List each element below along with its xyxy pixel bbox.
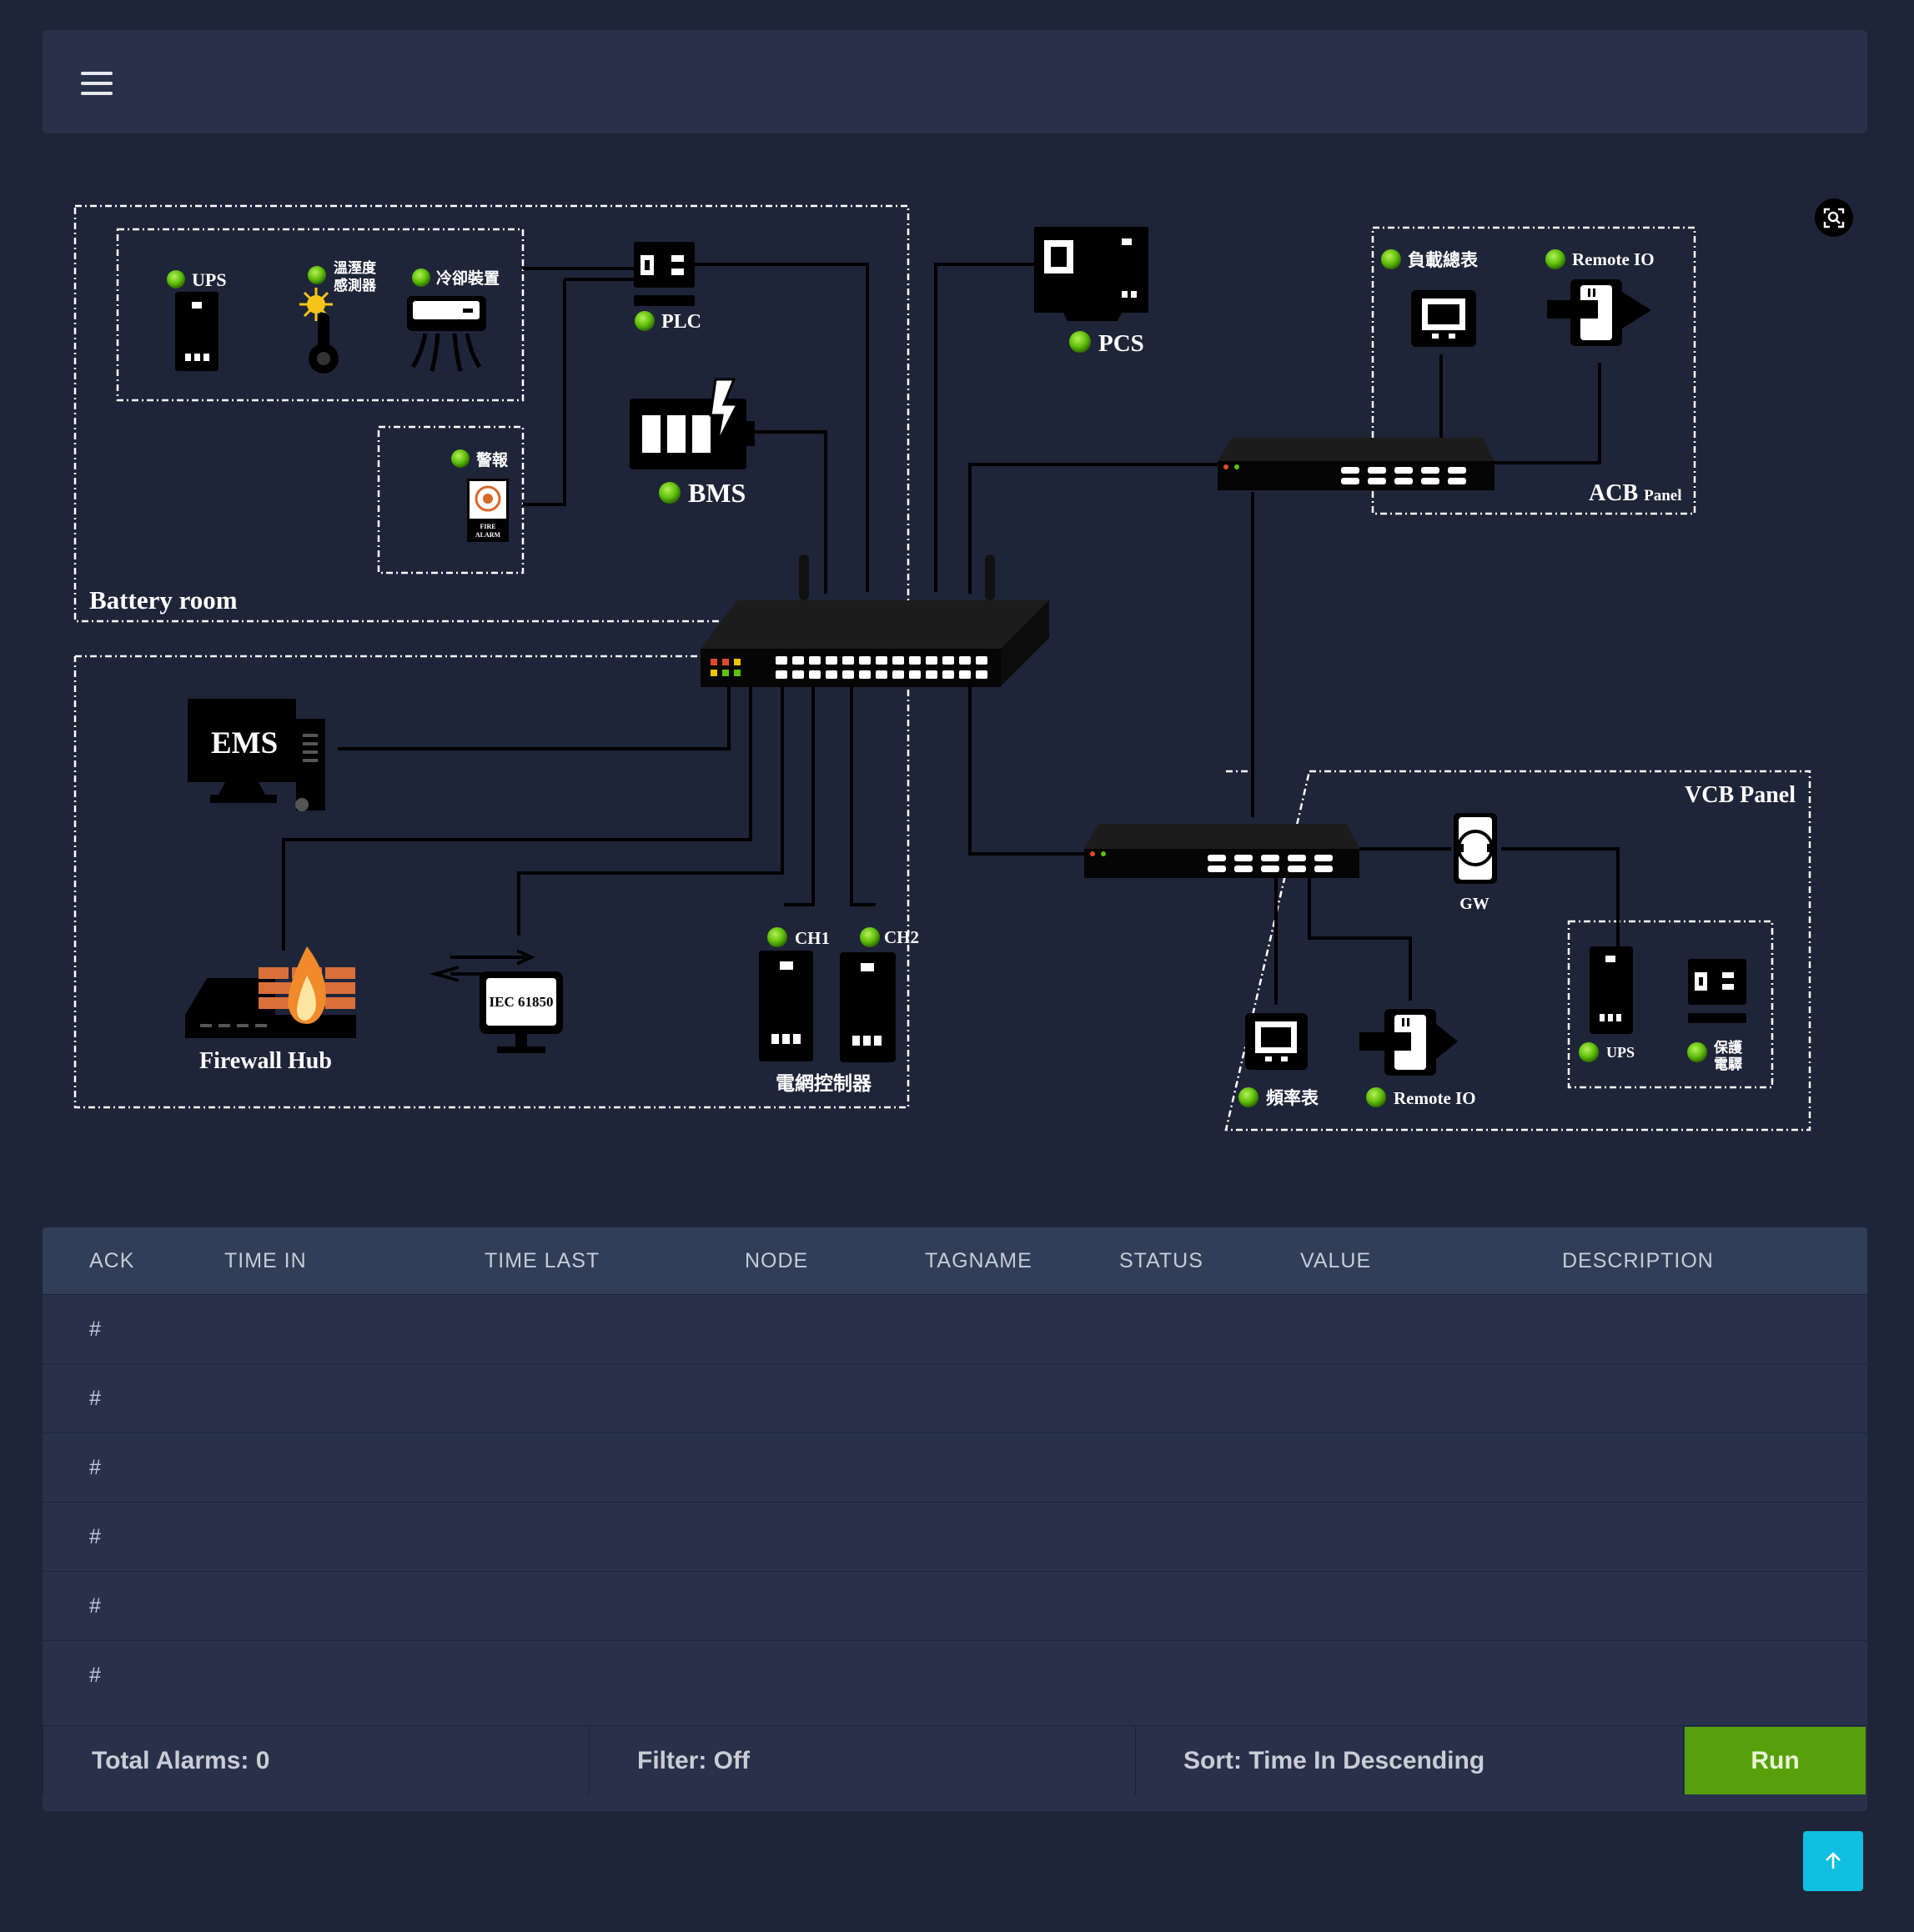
table-row[interactable]: # (43, 1502, 1867, 1571)
remote-io-acb-status-led (1545, 249, 1565, 269)
ack-link[interactable]: # (89, 1433, 101, 1502)
column-header-ack[interactable]: ACK (89, 1227, 134, 1294)
remote-io-vcb-icon (1359, 1009, 1458, 1076)
frequency-meter-icon (1245, 1013, 1308, 1070)
battery-room-zone (73, 204, 910, 623)
table-row[interactable]: # (43, 1433, 1867, 1502)
air-conditioner-icon (407, 296, 486, 372)
protection-relay-icon (1688, 959, 1746, 1023)
ups-device (175, 292, 219, 371)
plc-icon (634, 242, 695, 306)
total-alarms-count: Total Alarms: 0 (43, 1726, 590, 1795)
hamburger-menu-icon[interactable] (81, 70, 114, 97)
battery-bms-icon (630, 378, 755, 469)
table-row[interactable]: # (43, 1363, 1867, 1433)
protection-relay-label-line2: 電驛 (1714, 1056, 1742, 1072)
bms-label: BMS (688, 478, 746, 508)
ch1-label: CH1 (795, 928, 830, 948)
temp-sensor-label-line2: 感測器 (334, 277, 377, 294)
iec-label: IEC 61850 (490, 994, 554, 1010)
grid-controller-ch2-icon (840, 952, 896, 1062)
ack-link[interactable]: # (89, 1572, 101, 1640)
alarm-label: 警報 (476, 450, 509, 469)
ch2-label: CH2 (884, 927, 919, 947)
main-switch (701, 555, 1049, 687)
battery-room-label: Battery room (89, 585, 238, 615)
cooling-status-led (412, 268, 430, 287)
load-meter-status-led (1381, 249, 1401, 269)
column-header-node[interactable]: NODE (745, 1227, 808, 1294)
temp-sensor-status-led (308, 266, 326, 284)
column-header-value[interactable]: VALUE (1300, 1227, 1371, 1294)
vcb-ups-label: UPS (1606, 1044, 1635, 1061)
frequency-meter-status-led (1238, 1087, 1258, 1107)
column-header-time-in[interactable]: TIME IN (224, 1227, 307, 1294)
iec-61850-icon: IEC 61850 (429, 949, 563, 1053)
pcs-status-led (1069, 331, 1091, 353)
ch2-status-led (860, 927, 880, 947)
vcb-ups-status-led (1579, 1042, 1599, 1062)
vcb-switch (1084, 824, 1359, 878)
pcs-label: PCS (1098, 330, 1144, 357)
alarm-table-header: ACK TIME IN TIME LAST NODE TAGNAME STATU… (43, 1227, 1867, 1294)
temp-sensor-label-line1: 溫溼度 (334, 259, 377, 276)
load-meter-icon (1411, 290, 1476, 347)
remote-io-acb-icon (1547, 279, 1651, 346)
ack-link[interactable]: # (89, 1364, 101, 1433)
pcs-monitor-icon (1034, 227, 1148, 321)
column-header-time-last[interactable]: TIME LAST (485, 1227, 600, 1294)
ems-label: EMS (211, 726, 278, 760)
table-row[interactable]: # (43, 1640, 1867, 1709)
arrow-up-icon[interactable] (1803, 1831, 1863, 1891)
acb-panel-label: ACB Panel (1589, 480, 1682, 506)
firewall-hub-label: Firewall Hub (199, 1048, 332, 1074)
ack-link[interactable]: # (89, 1295, 101, 1363)
table-row[interactable]: # (43, 1571, 1867, 1640)
plc-label: PLC (661, 311, 701, 333)
run-button[interactable]: Run (1685, 1727, 1866, 1794)
load-meter-label: 負載總表 (1408, 250, 1479, 270)
frequency-meter-label: 頻率表 (1266, 1088, 1319, 1108)
column-header-description[interactable]: DESCRIPTION (1562, 1227, 1714, 1294)
protection-relay-status-led (1687, 1042, 1707, 1062)
filter-status[interactable]: Filter: Off (590, 1726, 1136, 1795)
plc-status-led (635, 311, 655, 331)
grid-controller-ch1-icon (759, 951, 813, 1061)
alarm-status-led (451, 449, 470, 468)
acb-switch (1218, 438, 1495, 490)
bms-status-led (659, 482, 681, 504)
firewall-hub-icon (185, 946, 356, 1038)
cooling-label: 冷卻裝置 (436, 268, 500, 288)
ack-link[interactable]: # (89, 1641, 101, 1709)
network-topology-diagram: UPS 溫溼度 感測器 冷卻裝置 PLC 警報 FIRE ALARM BMS B… (73, 204, 1811, 1132)
gateway-icon (1454, 813, 1497, 884)
scan-search-icon[interactable] (1815, 198, 1853, 237)
protection-relay-label-line1: 保護 (1713, 1039, 1743, 1056)
vcb-ups-icon (1590, 946, 1633, 1034)
column-header-tagname[interactable]: TAGNAME (925, 1227, 1032, 1294)
ups-status-led (167, 270, 185, 289)
ups-label: UPS (192, 269, 227, 290)
column-header-status[interactable]: STATUS (1119, 1227, 1203, 1294)
ch1-status-led (767, 927, 787, 947)
alarm-table-footer: Total Alarms: 0 Filter: Off Sort: Time I… (43, 1725, 1867, 1795)
fire-alarm-text-line1: FIRE (480, 523, 495, 530)
grid-controller-label: 電網控制器 (776, 1072, 872, 1094)
vcb-panel-label: VCB Panel (1685, 782, 1796, 808)
alarm-table-panel: ACK TIME IN TIME LAST NODE TAGNAME STATU… (43, 1227, 1867, 1811)
gw-label: GW (1459, 895, 1490, 913)
fire-alarm-icon: FIRE ALARM (467, 479, 509, 542)
remote-io-acb-label: Remote IO (1572, 249, 1655, 269)
fire-alarm-text-line2: ALARM (475, 531, 501, 539)
top-navbar (43, 30, 1867, 133)
sort-status[interactable]: Sort: Time In Descending (1136, 1726, 1684, 1795)
thermometer-icon (299, 288, 339, 374)
remote-io-vcb-status-led (1366, 1087, 1386, 1107)
remote-io-vcb-label: Remote IO (1394, 1088, 1476, 1108)
ack-link[interactable]: # (89, 1503, 101, 1571)
table-row[interactable]: # (43, 1294, 1867, 1363)
